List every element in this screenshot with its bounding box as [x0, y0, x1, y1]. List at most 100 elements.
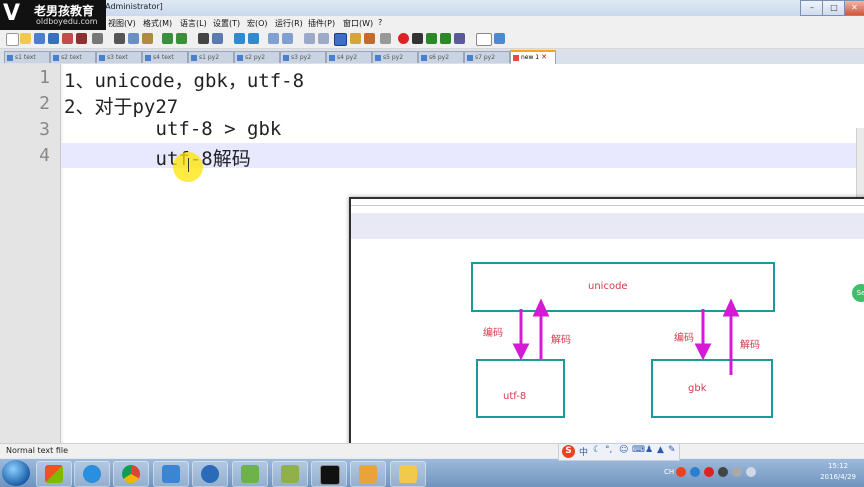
user-icon[interactable]: ♟	[645, 445, 653, 455]
stop-macro-icon[interactable]	[412, 33, 423, 44]
wrench-icon[interactable]: ✎	[668, 445, 676, 455]
title-bar: [Administrator] – □ ✕	[0, 0, 864, 16]
tab-s2-text[interactable]: s2 text	[50, 51, 96, 63]
code-line[interactable]: utf-8解码	[64, 144, 251, 171]
smile-icon[interactable]: ☺	[619, 445, 628, 455]
moon-icon[interactable]: ☾	[593, 445, 601, 455]
taskbar-app-chrome[interactable]	[113, 461, 149, 487]
tab-s1-py2[interactable]: s1 py2	[188, 51, 234, 63]
play-macro-icon[interactable]	[426, 33, 437, 44]
menu-format[interactable]: 格式(M)	[143, 18, 172, 29]
taskbar-app-1[interactable]	[36, 461, 72, 487]
menu-view[interactable]: 视图(V)	[108, 18, 136, 29]
menu-run[interactable]: 运行(R)	[275, 18, 303, 29]
udl-icon[interactable]	[364, 33, 375, 44]
zoom-in-icon[interactable]	[234, 33, 245, 44]
zoom-out-icon[interactable]	[248, 33, 259, 44]
sync-v-icon[interactable]	[268, 33, 279, 44]
input-language[interactable]: CH	[664, 468, 674, 476]
code-line[interactable]: 2、对于py27	[64, 92, 178, 119]
menu-window[interactable]: 窗口(W)	[343, 18, 373, 29]
taskbar-app-network[interactable]	[153, 461, 189, 487]
close-tab-icon[interactable]: ✕	[541, 53, 547, 61]
file-icon	[191, 54, 197, 61]
taskbar-app-player[interactable]	[192, 461, 228, 487]
tray-network-icon[interactable]	[732, 467, 742, 477]
app-icon	[45, 465, 63, 483]
code-line[interactable]: utf-8 > gbk	[64, 118, 282, 140]
shirt-icon[interactable]: ▲	[657, 445, 664, 455]
indent-guide-icon[interactable]	[334, 33, 347, 46]
line-number: 1	[39, 67, 50, 88]
taskbar-app-cmd[interactable]	[311, 461, 347, 487]
menu-plugins[interactable]: 插件(P)	[308, 18, 335, 29]
menu-macro[interactable]: 宏(O)	[247, 18, 268, 29]
tab-new-1[interactable]: new 1 ✕	[510, 50, 556, 65]
sync-h-icon[interactable]	[282, 33, 293, 44]
record-macro-icon[interactable]	[398, 33, 409, 44]
save-all-icon[interactable]	[48, 33, 59, 44]
tray-help-icon[interactable]	[690, 467, 700, 477]
menu-language[interactable]: 语言(L)	[180, 18, 207, 29]
close-button[interactable]: ✕	[844, 0, 864, 16]
maximize-button[interactable]: □	[822, 0, 846, 16]
all-chars-icon[interactable]	[318, 33, 329, 44]
tray-sogou-icon[interactable]	[676, 467, 686, 477]
tray-flag-icon[interactable]	[704, 467, 714, 477]
print-icon[interactable]	[92, 33, 103, 44]
network-icon	[162, 465, 180, 483]
tab-s4-py2[interactable]: s4 py2	[326, 51, 372, 63]
minimize-button[interactable]: –	[800, 0, 824, 16]
clock[interactable]: 15:12 2016/4/29	[820, 461, 856, 483]
taskbar-app-pycharm[interactable]	[272, 461, 308, 487]
tab-s4-text[interactable]: s4 text	[142, 51, 188, 63]
ime-mode[interactable]: 中	[579, 445, 588, 458]
file-icon	[329, 54, 335, 61]
punct-icon[interactable]: °,	[605, 445, 612, 455]
save-macro-icon[interactable]	[454, 33, 465, 44]
cut-icon[interactable]	[114, 33, 125, 44]
tray-monitor-icon[interactable]	[718, 467, 728, 477]
tab-s3-text[interactable]: s3 text	[96, 51, 142, 63]
keyboard-icon[interactable]: ⌨	[632, 445, 645, 455]
save-icon[interactable]	[34, 33, 45, 44]
replace-icon[interactable]	[212, 33, 223, 44]
tab-s7-py2[interactable]: s7 py2	[464, 51, 510, 63]
new-file-icon[interactable]	[6, 33, 19, 46]
tab-s5-py2[interactable]: s5 py2	[372, 51, 418, 63]
menu-settings[interactable]: 设置(T)	[213, 18, 240, 29]
start-button-icon[interactable]	[2, 460, 30, 486]
file-icon	[99, 54, 105, 61]
doc-map-icon[interactable]	[380, 33, 391, 44]
close-all-icon[interactable]	[76, 33, 87, 44]
wrap-icon[interactable]	[304, 33, 315, 44]
ime-toolbar[interactable]: S 中 ☾ °, ☺ ⌨ ♟ ▲ ✎	[558, 443, 680, 461]
tab-s6-py2[interactable]: s6 py2	[418, 51, 464, 63]
taskbar-app-ie[interactable]	[74, 461, 110, 487]
taskbar-app-explorer[interactable]	[390, 461, 426, 487]
copy-icon[interactable]	[128, 33, 139, 44]
sogou-icon[interactable]: S	[562, 445, 575, 458]
close-file-icon[interactable]	[62, 33, 73, 44]
tray-volume-icon[interactable]	[746, 467, 756, 477]
open-folder-icon[interactable]	[20, 33, 31, 44]
spellcheck-settings-icon[interactable]	[494, 33, 505, 44]
floating-widget-icon[interactable]: Se	[852, 284, 864, 302]
ie-icon	[83, 465, 101, 483]
tab-s3-py2[interactable]: s3 py2	[280, 51, 326, 63]
redo-icon[interactable]	[176, 33, 187, 44]
code-line[interactable]: 1、unicode，gbk，utf-8	[64, 66, 304, 93]
menu-help[interactable]: ?	[378, 18, 382, 27]
spellcheck-icon[interactable]	[476, 33, 492, 46]
taskbar-app-notepad[interactable]	[232, 461, 268, 487]
lang-icon[interactable]	[350, 33, 361, 44]
undo-icon[interactable]	[162, 33, 173, 44]
file-icon	[467, 54, 473, 61]
taskbar-app-users[interactable]	[350, 461, 386, 487]
users-icon	[359, 465, 377, 483]
tab-s1-text[interactable]: s1 text	[4, 51, 50, 63]
run-multiple-icon[interactable]	[440, 33, 451, 44]
paste-icon[interactable]	[142, 33, 153, 44]
find-icon[interactable]	[198, 33, 209, 44]
tab-s2-py2[interactable]: s2 py2	[234, 51, 280, 63]
